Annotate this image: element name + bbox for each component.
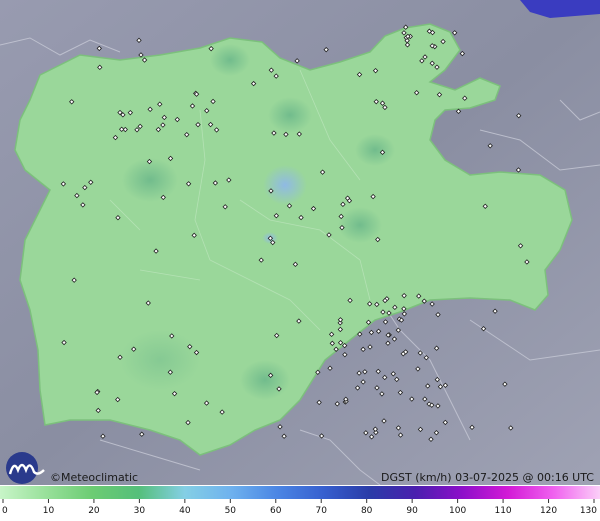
map-footer: ©Meteoclimatic DGST (km/h) 03-07-2025 @ … [0, 470, 600, 485]
scale-color-bar [0, 486, 600, 499]
wind-gust-map [0, 0, 600, 485]
scale-tick-label: 70 [316, 506, 328, 516]
scale-tick-label: 20 [88, 506, 100, 516]
scale-tick-label: 100 [449, 506, 466, 516]
brand-label: ©Meteoclimatic [50, 471, 139, 484]
scale-tick-label: 130 [580, 506, 597, 516]
scale-tick-label: 40 [179, 506, 191, 516]
variable-timestamp-label: DGST (km/h) 03-07-2025 @ 00:16 UTC [381, 471, 594, 484]
scale-tick-label: 0 [2, 506, 8, 516]
color-scale-legend: 0 10 20 30 40 50 60 70 80 90 100 110 120 130 [0, 486, 600, 516]
scale-tick-label: 120 [540, 506, 557, 516]
scale-tick-label: 60 [270, 506, 282, 516]
scale-tick-label: 80 [361, 506, 373, 516]
scale-tick-label: 50 [225, 506, 237, 516]
scale-tick-label: 10 [43, 506, 55, 516]
scale-tick-label: 90 [406, 506, 418, 516]
scale-tick-label: 30 [134, 506, 146, 516]
scale-tick-label: 110 [494, 506, 511, 516]
